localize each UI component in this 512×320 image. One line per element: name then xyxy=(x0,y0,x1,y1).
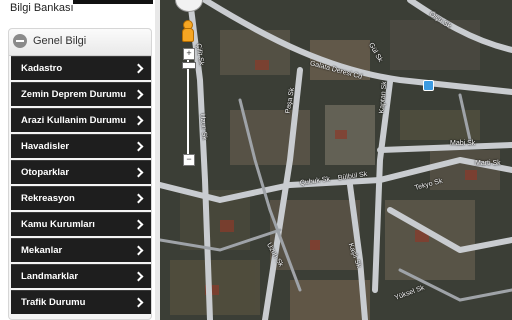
menu-item-label: Trafik Durumu xyxy=(21,297,86,308)
menu-item-kamu-kurumlari[interactable]: Kamu Kurumları xyxy=(11,212,151,236)
brand-bar xyxy=(73,0,153,4)
menu-item-rekreasyon[interactable]: Rekreasyon xyxy=(11,186,151,210)
menu-item-label: Landmarklar xyxy=(21,271,79,282)
layer-menu: Kadastro Zemin Deprem Durumu Arazi Kulla… xyxy=(11,56,151,316)
menu-item-otoparklar[interactable]: Otoparklar xyxy=(11,160,151,184)
pegman-icon[interactable] xyxy=(179,20,195,44)
bus-stop-icon[interactable] xyxy=(423,80,434,91)
menu-item-landmarklar[interactable]: Landmarklar xyxy=(11,264,151,288)
street-label: Marti Sk xyxy=(475,160,501,167)
chevron-right-icon xyxy=(133,245,144,256)
zoom-handle[interactable] xyxy=(182,62,196,69)
satellite-map[interactable]: Galata Deresi Cd Çifit Sk Uzun Sk Paşa S… xyxy=(160,0,512,320)
menu-item-arazi-kullanim[interactable]: Arazi Kullanim Durumu xyxy=(11,108,151,132)
chevron-right-icon xyxy=(133,271,144,282)
chevron-right-icon xyxy=(133,167,144,178)
menu-item-zemin-deprem[interactable]: Zemin Deprem Durumu xyxy=(11,82,151,106)
menu-item-label: Arazi Kullanim Durumu xyxy=(21,115,127,126)
zoom-track[interactable] xyxy=(187,58,189,156)
zoom-in-button[interactable]: + xyxy=(183,48,195,60)
chevron-right-icon xyxy=(133,141,144,152)
menu-item-trafik-durumu[interactable]: Trafik Durumu xyxy=(11,290,151,314)
collapse-icon[interactable] xyxy=(13,34,27,48)
menu-item-label: Rekreasyon xyxy=(21,193,75,204)
menu-item-kadastro[interactable]: Kadastro xyxy=(11,56,151,80)
chevron-right-icon xyxy=(133,115,144,126)
zoom-slider[interactable]: + − xyxy=(182,48,196,166)
menu-item-havadisler[interactable]: Havadisler xyxy=(11,134,151,158)
menu-item-mekanlar[interactable]: Mekanlar xyxy=(11,238,151,262)
chevron-right-icon xyxy=(133,63,144,74)
menu-item-label: Kamu Kurumları xyxy=(21,219,95,230)
menu-item-label: Zemin Deprem Durumu xyxy=(21,89,127,100)
map-imagery xyxy=(160,0,512,320)
menu-item-label: Otoparklar xyxy=(21,167,70,178)
menu-item-label: Kadastro xyxy=(21,63,63,74)
panel-title: Genel Bilgi xyxy=(33,35,87,47)
zoom-out-button[interactable]: − xyxy=(183,154,195,166)
chevron-right-icon xyxy=(133,193,144,204)
street-label: Mabi Sk xyxy=(450,140,476,147)
chevron-right-icon xyxy=(133,219,144,230)
sidebar: Bilgi Bankası Genel Bilgi Kadastro Zemin… xyxy=(0,0,160,320)
info-panel: Genel Bilgi Kadastro Zemin Deprem Durumu… xyxy=(8,28,152,320)
menu-item-label: Havadisler xyxy=(21,141,70,152)
chevron-right-icon xyxy=(133,89,144,100)
menu-item-label: Mekanlar xyxy=(21,245,63,256)
panel-header[interactable]: Genel Bilgi xyxy=(9,29,151,56)
chevron-right-icon xyxy=(133,297,144,308)
brand-title: Bilgi Bankası xyxy=(10,2,74,14)
